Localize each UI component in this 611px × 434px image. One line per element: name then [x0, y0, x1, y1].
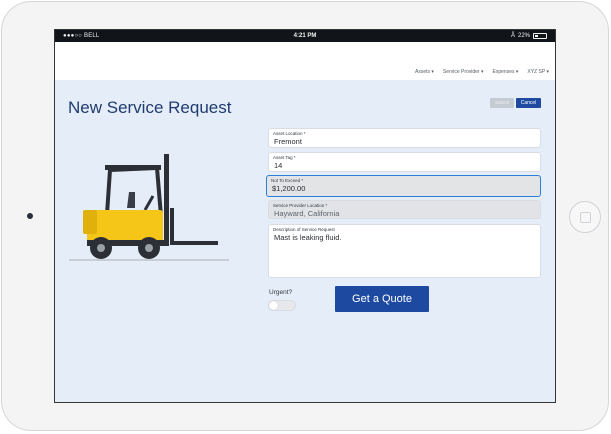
forklift-seat	[127, 192, 135, 208]
nav-item-expenses[interactable]: Expenses	[493, 69, 519, 75]
app-screen: ●●●○○ BELL 4:21 PM Å 22% Assets Service …	[54, 29, 556, 403]
urgent-label: Urgent?	[269, 289, 293, 296]
asset-tag-label: Asset Tag *	[273, 155, 296, 160]
ground-line	[69, 259, 229, 261]
get-quote-button[interactable]: Get a Quote	[335, 286, 429, 312]
toggle-knob	[269, 301, 278, 310]
forklift-front-hub	[145, 244, 153, 252]
nav-item-account[interactable]: XYZ SP	[527, 69, 549, 75]
submit-button[interactable]: Submit	[490, 98, 514, 108]
forklift-roof	[105, 165, 161, 170]
not-to-exceed-field[interactable]: Not To Exceed * $1,200.00	[266, 175, 541, 197]
description-value: Mast is leaking fluid.	[274, 233, 342, 242]
forklift-illustration	[69, 154, 229, 261]
description-label: Description of Service Request	[273, 227, 335, 232]
status-bar: ●●●○○ BELL 4:21 PM Å 22%	[55, 30, 555, 42]
provider-location-field: Service Provider Location * Hayward, Cal…	[268, 200, 541, 219]
status-right: Å 22%	[511, 30, 547, 42]
not-to-exceed-value: $1,200.00	[272, 184, 306, 193]
not-to-exceed-label: Not To Exceed *	[271, 178, 304, 183]
asset-tag-field[interactable]: Asset Tag * 14	[268, 152, 541, 172]
forklift-fork	[170, 241, 218, 245]
forklift-rear-hub	[97, 244, 105, 252]
nav-menu: Assets Service Provider Expenses XYZ SP	[415, 69, 549, 75]
asset-location-field[interactable]: Asset Location * Fremont	[268, 128, 541, 148]
forklift-steering	[143, 195, 155, 211]
forklift-carriage	[170, 208, 174, 244]
urgent-toggle[interactable]	[268, 300, 296, 311]
battery-percent: 22%	[517, 33, 530, 39]
nav-item-assets[interactable]: Assets	[415, 69, 434, 75]
status-time: 4:21 PM	[293, 33, 317, 39]
home-button[interactable]	[569, 201, 601, 233]
asset-tag-value: 14	[274, 161, 283, 170]
bluetooth-icon: Å	[510, 33, 515, 39]
home-square-icon	[580, 212, 591, 223]
cancel-button[interactable]: Cancel	[516, 98, 541, 108]
asset-location-value: Fremont	[274, 137, 302, 146]
provider-location-label: Service Provider Location *	[273, 203, 328, 208]
provider-location-value: Hayward, California	[274, 209, 340, 218]
page-title: New Service Request	[68, 98, 232, 117]
camera-icon	[27, 213, 33, 219]
forklift-counterweight	[83, 210, 97, 234]
battery-icon	[533, 33, 547, 39]
nav-item-service-provider[interactable]: Service Provider	[443, 69, 484, 75]
top-navbar: Assets Service Provider Expenses XYZ SP	[55, 42, 555, 80]
asset-location-label: Asset Location *	[273, 131, 306, 136]
forklift-mast	[164, 154, 169, 246]
description-field[interactable]: Description of Service Request Mast is l…	[268, 224, 541, 278]
